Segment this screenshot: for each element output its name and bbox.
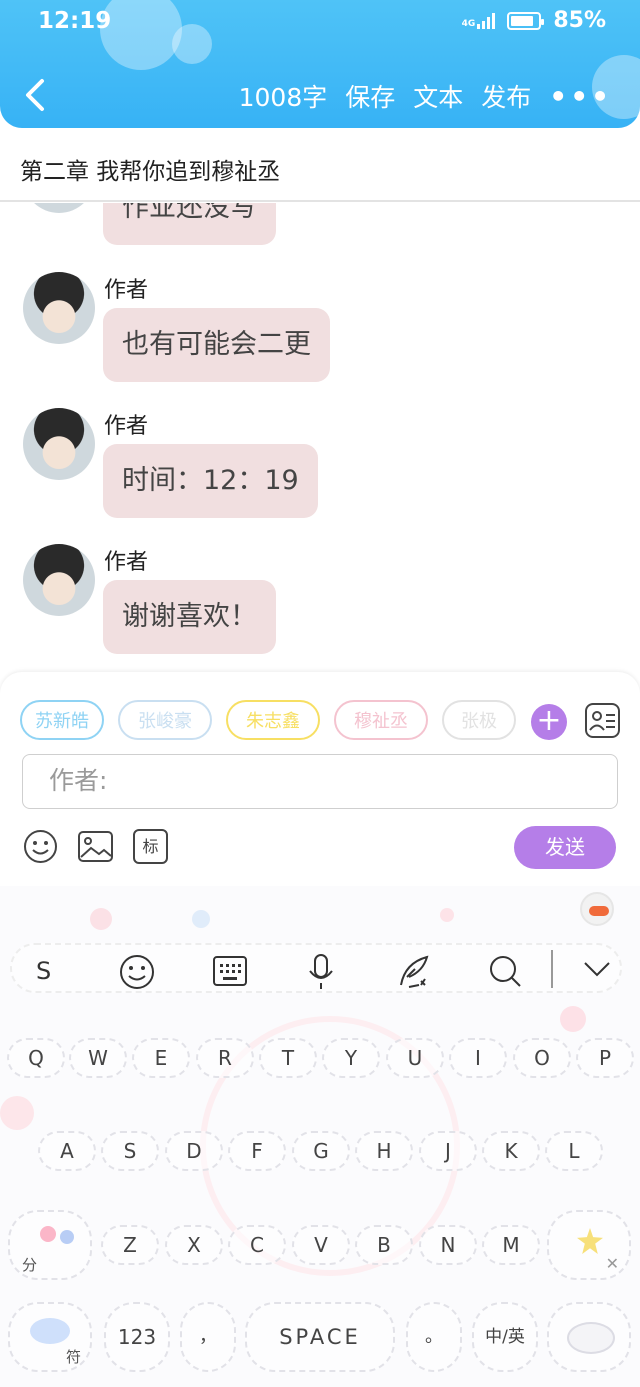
- key-w[interactable]: W: [69, 1038, 127, 1078]
- microphone-icon[interactable]: [305, 953, 337, 991]
- search-icon[interactable]: [487, 953, 523, 989]
- space-key[interactable]: SPACE: [245, 1302, 395, 1372]
- chapter-title: 第二章 我帮你追到穆祉丞: [20, 159, 281, 185]
- back-arrow-icon[interactable]: [22, 78, 48, 112]
- key-g[interactable]: G: [292, 1131, 350, 1171]
- avatar: [23, 544, 95, 616]
- toolbar-divider: [551, 950, 553, 988]
- message-author: 作者: [104, 414, 149, 439]
- key-q[interactable]: Q: [7, 1038, 65, 1078]
- key-v[interactable]: V: [292, 1225, 350, 1265]
- chevron-down-icon[interactable]: [582, 960, 612, 978]
- publish-button[interactable]: 发布: [481, 78, 531, 114]
- key-u[interactable]: U: [386, 1038, 444, 1078]
- key-n[interactable]: N: [419, 1225, 477, 1265]
- key-y[interactable]: Y: [322, 1038, 380, 1078]
- character-chip[interactable]: 张极: [442, 700, 516, 740]
- key-k[interactable]: K: [482, 1131, 540, 1171]
- symbol-key-label: 符: [66, 1348, 82, 1366]
- key-d[interactable]: D: [165, 1131, 223, 1171]
- more-icon[interactable]: •••: [549, 80, 612, 113]
- emoji-icon[interactable]: [23, 829, 58, 864]
- symbol-key[interactable]: 符: [8, 1302, 92, 1372]
- key-e[interactable]: E: [132, 1038, 190, 1078]
- message-bubble[interactable]: 时间：12：19: [103, 444, 318, 518]
- close-icon: ✕: [605, 1254, 619, 1273]
- message-bubble[interactable]: 作业还没写: [103, 203, 276, 245]
- key-b[interactable]: B: [355, 1225, 413, 1265]
- delete-key[interactable]: ✕: [547, 1210, 631, 1280]
- character-chips: 苏新皓 张峻豪 朱志鑫 穆祉丞 张极: [20, 700, 516, 740]
- battery-icon: [507, 11, 545, 30]
- status-icons: 4G 85%: [462, 8, 606, 33]
- signal-icon: 4G: [462, 12, 496, 29]
- shift-key-label: 分: [22, 1256, 38, 1274]
- tag-button[interactable]: 标: [133, 829, 168, 864]
- key-p[interactable]: P: [576, 1038, 634, 1078]
- message-author: 作者: [104, 550, 149, 575]
- key-r[interactable]: R: [196, 1038, 254, 1078]
- enter-key[interactable]: [547, 1302, 631, 1372]
- message-input[interactable]: 作者:: [22, 754, 618, 809]
- message-bubble[interactable]: 也有可能会二更: [103, 308, 330, 382]
- period-key[interactable]: 。: [406, 1302, 462, 1372]
- emoji-icon[interactable]: [118, 953, 156, 991]
- character-chip[interactable]: 苏新皓: [20, 700, 104, 740]
- comma-key[interactable]: ，: [180, 1302, 236, 1372]
- key-o[interactable]: O: [513, 1038, 571, 1078]
- key-c[interactable]: C: [228, 1225, 286, 1265]
- add-character-icon[interactable]: +: [531, 704, 567, 740]
- number-key[interactable]: 123: [104, 1302, 170, 1372]
- message-author: 作者: [104, 278, 149, 303]
- chapter-title-bar[interactable]: 第二章 我帮你追到穆祉丞: [0, 128, 640, 202]
- keyboard-mascot-icon[interactable]: [580, 892, 614, 926]
- message-list[interactable]: 作业还没写 作者 也有可能会二更 作者 时间：12：19 作者 谢谢喜欢！: [0, 203, 640, 671]
- send-button[interactable]: 发送: [514, 826, 616, 869]
- character-chip[interactable]: 朱志鑫: [226, 700, 320, 740]
- contact-card-icon[interactable]: [585, 703, 620, 738]
- key-m[interactable]: M: [482, 1225, 540, 1265]
- key-i[interactable]: I: [449, 1038, 507, 1078]
- key-z[interactable]: Z: [101, 1225, 159, 1265]
- key-a[interactable]: A: [38, 1131, 96, 1171]
- text-mode-button[interactable]: 文本: [413, 78, 463, 114]
- app-header: 12:19 4G 85% 1008字 保存 文本 发布 •••: [0, 0, 640, 128]
- character-chip[interactable]: 张峻豪: [118, 700, 212, 740]
- avatar: [23, 408, 95, 480]
- image-icon[interactable]: [78, 829, 113, 864]
- shift-key[interactable]: 分: [8, 1210, 92, 1280]
- key-x[interactable]: X: [165, 1225, 223, 1265]
- word-count: 1008字: [238, 83, 328, 112]
- avatar: [23, 203, 95, 213]
- key-h[interactable]: H: [355, 1131, 413, 1171]
- save-button[interactable]: 保存: [345, 78, 395, 114]
- key-f[interactable]: F: [228, 1131, 286, 1171]
- battery-percent: 85%: [553, 8, 606, 33]
- message-bubble[interactable]: 谢谢喜欢！: [103, 580, 276, 654]
- avatar: [23, 272, 95, 344]
- key-l[interactable]: L: [545, 1131, 603, 1171]
- status-time: 12:19: [38, 8, 112, 34]
- key-j[interactable]: J: [419, 1131, 477, 1171]
- keyboard-switch-icon[interactable]: [211, 953, 249, 991]
- key-t[interactable]: T: [259, 1038, 317, 1078]
- key-s[interactable]: S: [101, 1131, 159, 1171]
- character-chip[interactable]: 穆祉丞: [334, 700, 428, 740]
- keyboard-logo-icon[interactable]: S: [36, 957, 51, 985]
- language-switch-key[interactable]: 中/英: [472, 1302, 538, 1372]
- handwriting-icon[interactable]: [395, 953, 433, 991]
